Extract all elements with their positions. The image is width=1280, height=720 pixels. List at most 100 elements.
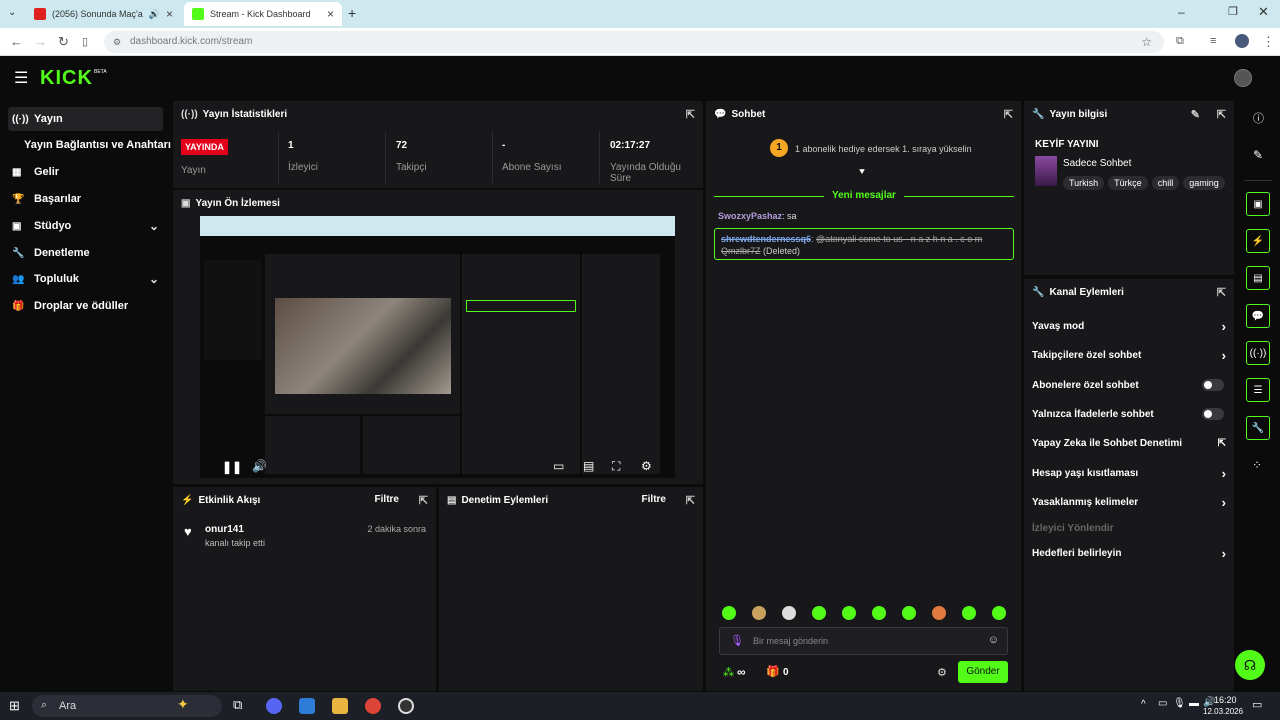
microphone-icon[interactable]: 🎙	[730, 634, 744, 647]
tray-overflow-icon[interactable]: ^	[1141, 699, 1146, 710]
close-icon[interactable]: ×	[327, 7, 334, 21]
mod-actions-widget-button[interactable]: ▤	[1246, 266, 1270, 290]
followers-only-row[interactable]: Takipçilere özel sohbet ›	[1032, 346, 1226, 364]
edit-icon[interactable]: ✎	[1191, 108, 1200, 121]
category-name[interactable]: Sadece Sohbet	[1063, 158, 1131, 169]
chat-username[interactable]: shrewdtendernessq6	[721, 234, 811, 244]
emote-icon[interactable]	[722, 606, 736, 620]
popout-icon[interactable]: ⇱	[419, 494, 428, 507]
user-avatar[interactable]	[1234, 69, 1252, 87]
site-info-icon[interactable]: ⚙	[113, 31, 121, 53]
activity-widget-button[interactable]: ⚡	[1246, 229, 1270, 253]
emote-icon[interactable]	[782, 606, 796, 620]
emote-icon[interactable]	[962, 606, 976, 620]
info-icon[interactable]: ⓘ	[1253, 110, 1264, 126]
gift-icon[interactable]: 🎁	[766, 665, 780, 678]
emote-icon[interactable]	[992, 606, 1006, 620]
pencil-icon[interactable]: ✎	[1253, 148, 1263, 162]
store-icon[interactable]	[299, 698, 315, 714]
sidebar-item-studyo[interactable]: ▣ Stüdyo ⌄	[8, 214, 163, 238]
file-explorer-icon[interactable]	[332, 698, 348, 714]
browser-tab-youtube[interactable]: (2056) Sonunda Maç'a Barış 🔊 ×	[26, 2, 181, 26]
sidebar-item-gelir[interactable]: ▦ Gelir	[8, 160, 163, 184]
obs-icon[interactable]	[398, 698, 414, 714]
gift-goal-text[interactable]: 1 abonelik hediye edersek 1. sıraya yüks…	[795, 144, 972, 154]
support-icon[interactable]: ☊	[1235, 650, 1265, 680]
sidebar-item-topluluk[interactable]: 👥 Topluluk ⌄	[8, 267, 163, 291]
browser-tab-kick[interactable]: Stream - Kick Dashboard ×	[184, 2, 342, 26]
clock-date[interactable]: 12.03.2026	[1203, 707, 1243, 716]
windows-start-icon[interactable]: ⊞	[9, 698, 20, 714]
chat-username[interactable]: SwozxyPashaz	[718, 211, 782, 221]
tag-chip[interactable]: Türkçe	[1108, 176, 1148, 190]
emoji-picker-icon[interactable]: ☺	[988, 634, 999, 646]
tag-chip[interactable]: chill	[1151, 176, 1180, 190]
new-tab-button[interactable]: +	[348, 5, 356, 21]
subscribers-only-toggle[interactable]	[1202, 379, 1224, 391]
emote-icon[interactable]	[902, 606, 916, 620]
hamburger-menu-icon[interactable]: ☰	[14, 68, 28, 88]
notifications-icon[interactable]: ▭	[1252, 698, 1262, 711]
close-icon[interactable]: ×	[166, 7, 173, 21]
emote-icon[interactable]	[812, 606, 826, 620]
stream-info-widget-button[interactable]: ☰	[1246, 378, 1270, 402]
taskbar-search[interactable]: ⌕ Ara ✦	[32, 695, 222, 717]
extensions-icon[interactable]: ⧉	[1176, 35, 1184, 48]
popout-icon[interactable]: ⇱	[1217, 108, 1226, 121]
discord-icon[interactable]	[266, 698, 282, 714]
stats-widget-button[interactable]: ((·))	[1246, 341, 1270, 365]
popout-icon[interactable]: ⇱	[686, 494, 695, 507]
sidebar-item-yayin[interactable]: ((·)) Yayın	[8, 107, 163, 131]
network-icon[interactable]: ▬	[1189, 698, 1199, 709]
filter-button[interactable]: Filtre	[375, 494, 399, 505]
back-icon[interactable]: ←	[10, 34, 23, 49]
theater-icon[interactable]: ▤	[583, 459, 594, 473]
chat-settings-icon[interactable]: ⚙	[937, 666, 947, 679]
sidebar-item-stream-key[interactable]: Yayın Bağlantısı ve Anahtarı	[20, 133, 171, 157]
account-age-row[interactable]: Hesap yaşı kısıtlaması ›	[1032, 464, 1226, 482]
category-thumbnail[interactable]	[1035, 156, 1057, 186]
set-goals-row[interactable]: Hedefleri belirleyin ›	[1032, 544, 1226, 562]
bookmark-star-icon[interactable]: ☆	[1141, 31, 1152, 53]
emotes-only-toggle[interactable]	[1202, 408, 1224, 420]
clock-time[interactable]: 16:20	[1214, 695, 1237, 705]
kick-logo[interactable]: KICK	[40, 67, 93, 90]
reload-icon[interactable]: ↻	[58, 34, 69, 50]
settings-icon[interactable]: ⚙	[641, 459, 652, 473]
popout-icon[interactable]: ⇱	[1004, 108, 1013, 121]
slow-mode-row[interactable]: Yavaş mod ›	[1032, 317, 1226, 335]
pinned-icon[interactable]: ⯆	[858, 167, 866, 178]
tag-chip[interactable]: gaming	[1183, 176, 1225, 190]
video-player[interactable]	[200, 216, 675, 478]
task-view-icon[interactable]: ⧉	[233, 697, 242, 713]
emote-icon[interactable]	[932, 606, 946, 620]
more-widgets-icon[interactable]: ⁘	[1252, 458, 1262, 472]
sidebar-item-denetleme[interactable]: 🔧 Denetleme	[8, 241, 163, 265]
fullscreen-icon[interactable]: ⛶	[612, 459, 620, 474]
ai-moderation-row[interactable]: Yapay Zeka ile Sohbet Denetimi ⇱	[1032, 434, 1226, 452]
preview-widget-button[interactable]: ▣	[1246, 192, 1270, 216]
popout-icon[interactable]: ⇱	[1217, 286, 1226, 299]
channel-actions-widget-button[interactable]: 🔧	[1246, 416, 1270, 440]
volume-icon[interactable]: 🔊	[252, 459, 267, 473]
window-close-button[interactable]: ✕	[1258, 4, 1269, 20]
minimize-button[interactable]: –	[1178, 5, 1185, 19]
tag-chip[interactable]: Turkish	[1063, 176, 1105, 190]
banned-words-row[interactable]: Yasaklanmış kelimeler ›	[1032, 493, 1226, 511]
popout-icon[interactable]: ⇱	[686, 108, 695, 121]
sidebar-item-droplar[interactable]: 🎁 Droplar ve ödüller	[8, 294, 163, 318]
chat-widget-button[interactable]: 💬	[1246, 304, 1270, 328]
profile-avatar[interactable]	[1235, 34, 1249, 48]
tab-search-icon[interactable]: ⌄	[8, 7, 16, 18]
sidebar-toggle-icon[interactable]: ▯	[82, 35, 88, 48]
event-user[interactable]: onur141	[205, 524, 244, 535]
filter-button[interactable]: Filtre	[642, 494, 666, 505]
send-button[interactable]: Gönder	[958, 661, 1008, 683]
forward-icon[interactable]: →	[34, 34, 47, 49]
tray-app-icon[interactable]: ▭	[1158, 698, 1167, 709]
media-icon[interactable]: ≡	[1210, 35, 1216, 47]
chrome-icon[interactable]	[365, 698, 381, 714]
url-input[interactable]: ⚙ dashboard.kick.com/stream ☆	[104, 31, 1164, 53]
microphone-icon[interactable]: 🎙	[1173, 698, 1186, 709]
emote-icon[interactable]	[752, 606, 766, 620]
